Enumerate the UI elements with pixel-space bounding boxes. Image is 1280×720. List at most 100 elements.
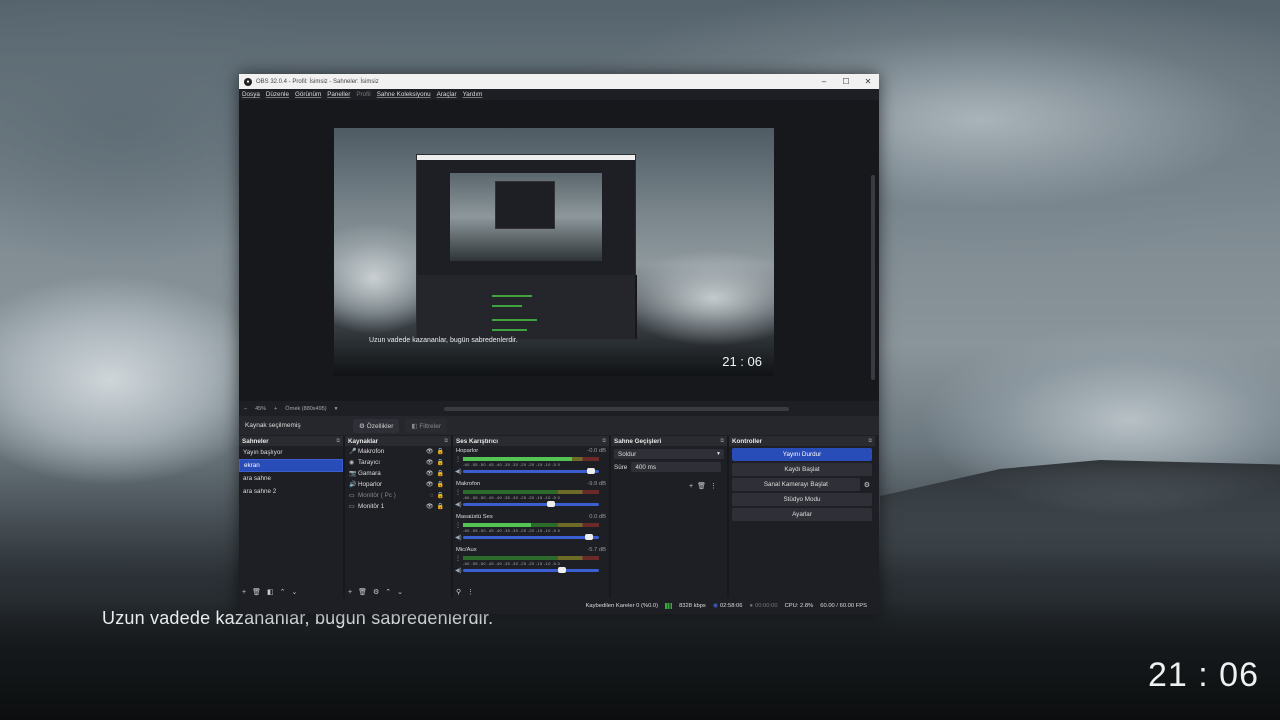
volume-slider-handle[interactable]: [584, 534, 593, 540]
volume-slider[interactable]: [463, 468, 599, 474]
duration-spinbox[interactable]: 400 ms: [631, 462, 722, 472]
record-time: 00:00:00: [755, 603, 778, 609]
chevron-down-icon[interactable]: ▾: [335, 406, 338, 412]
controls-dock: Kontroller ⧉ Yayını Durdur Kaydı Başlat S…: [729, 436, 875, 598]
source-settings-icon[interactable]: ⚙: [373, 588, 379, 596]
scene-transitions-dock: Sahne Geçişleri ⧉ Soldur ▼ Süre 400 ms +🗑⋮: [611, 436, 729, 598]
dock-float-icon[interactable]: ⧉: [868, 438, 872, 444]
menu-sahne-koleksiyonu[interactable]: Sahne Koleksiyonu: [377, 91, 431, 98]
volume-meter: [463, 556, 599, 560]
stop-stream-button[interactable]: Yayını Durdur: [732, 448, 872, 461]
nested-obs-capture: [416, 154, 637, 340]
zoom-in-button[interactable]: +: [274, 406, 277, 412]
controls-title: Kontroller: [732, 437, 763, 445]
move-up-button[interactable]: ⌃: [280, 588, 286, 596]
channel-menu-icon[interactable]: ⋮: [455, 456, 461, 463]
browser-icon: ◉: [349, 460, 355, 466]
volume-slider[interactable]: [463, 501, 599, 507]
scene-item[interactable]: ara sahne 2: [239, 485, 343, 498]
bitrate: 8328 kbps: [679, 603, 706, 609]
obs-window: ● OBS 32.0.4 - Profil: İsimsiz - Sahnele…: [239, 74, 879, 614]
start-virtual-camera-button[interactable]: Sanal Kamerayı Başlat: [732, 478, 860, 491]
preview-area[interactable]: Uzun vadede kazananlar, bugün sabredenle…: [239, 100, 879, 401]
meter-ticks: -60 -55 -50 -45 -40 -35 -30 -25 -20 -15 …: [463, 462, 561, 467]
channel-menu-icon[interactable]: ⋮: [455, 555, 461, 562]
filters-button[interactable]: ◧ Filtreler: [405, 418, 447, 433]
settings-button[interactable]: Ayarlar: [732, 508, 872, 521]
source-item[interactable]: 🎤 Makrofon 👁🔒: [345, 446, 451, 457]
preview-horizontal-scrollbar[interactable]: [444, 407, 789, 411]
add-source-button[interactable]: +: [348, 589, 352, 596]
preview-vertical-scrollbar[interactable]: [871, 175, 875, 380]
source-item[interactable]: 📷 Gamara 👁🔒: [345, 468, 451, 479]
volume-slider-handle[interactable]: [547, 501, 556, 507]
source-label: Hoparlor: [358, 481, 383, 488]
source-item[interactable]: ◉ Tarayıcı 👁🔒: [345, 457, 451, 468]
audio-mixer-dock: Ses Karıştırıcı ⧉ Hoparlor -0.0 dB ⋮ -60 -55…: [453, 436, 611, 598]
zoom-out-button[interactable]: –: [244, 406, 247, 412]
scene-filters-button[interactable]: ◧: [267, 588, 274, 596]
zoom-fit-select[interactable]: Örnek (880x495): [285, 406, 326, 412]
menu-yardim[interactable]: Yardım: [463, 91, 483, 98]
close-button[interactable]: ✕: [857, 77, 879, 86]
mixer-menu-icon[interactable]: ⋮: [467, 588, 474, 596]
visibility-lock-icons[interactable]: 👁🔒: [426, 448, 447, 455]
scene-item-selected[interactable]: ekran: [239, 459, 343, 472]
remove-scene-button[interactable]: 🗑: [252, 588, 261, 596]
channel-menu-icon[interactable]: ⋮: [455, 522, 461, 529]
volume-slider-handle[interactable]: [587, 468, 596, 474]
sources-title: Kaynaklar: [348, 437, 379, 445]
cpu-usage: CPU: 2.8%: [784, 603, 814, 609]
dock-float-icon[interactable]: ⧉: [336, 438, 340, 444]
visibility-lock-icons[interactable]: 👁🔒: [426, 470, 447, 477]
channel-name: Mic/Aux: [456, 547, 477, 553]
menu-bar: Dosya Düzenle Görünüm Paneller Profil Sa…: [239, 89, 879, 100]
visibility-lock-icons[interactable]: 👁🔒: [426, 481, 447, 488]
status-bar: Kaybedilen Kareler 0 (%0.0) 8328 kbps ◉ …: [239, 600, 879, 612]
preview-quote: Uzun vadede kazananlar, bugün sabredenle…: [369, 337, 518, 344]
speaker-icon[interactable]: ◀): [455, 468, 462, 475]
add-transition-button[interactable]: +: [689, 483, 697, 490]
visibility-lock-icons[interactable]: 👁🔒: [426, 459, 447, 466]
visibility-lock-icons[interactable]: 👁🔒: [426, 503, 447, 510]
maximize-button[interactable]: ☐: [835, 77, 857, 86]
speaker-icon[interactable]: ◀): [455, 534, 462, 541]
speaker-icon[interactable]: ◀): [455, 501, 462, 508]
speaker-icon[interactable]: ◀): [455, 567, 462, 574]
scene-item[interactable]: Yayın başlıyor: [239, 446, 343, 459]
remove-transition-button[interactable]: 🗑: [697, 483, 710, 490]
menu-paneller[interactable]: Paneller: [327, 91, 350, 98]
add-scene-button[interactable]: +: [242, 589, 246, 596]
volume-slider-handle[interactable]: [557, 567, 566, 573]
volume-slider[interactable]: [463, 534, 599, 540]
channel-menu-icon[interactable]: ⋮: [455, 489, 461, 496]
gear-icon[interactable]: ⚙: [864, 481, 870, 489]
menu-dosya[interactable]: Dosya: [242, 91, 260, 98]
source-item[interactable]: ▭ Monitör 1 👁🔒: [345, 501, 451, 512]
remove-source-button[interactable]: 🗑: [358, 588, 367, 596]
menu-araclar[interactable]: Araçlar: [437, 91, 457, 98]
minimize-button[interactable]: –: [813, 77, 835, 86]
channel-db: 0.0 dB: [589, 514, 606, 520]
source-item-hidden[interactable]: ▭ Monitör ( Pc ) ◌🔒: [345, 490, 451, 501]
move-down-button[interactable]: ⌄: [397, 588, 403, 596]
studio-mode-button[interactable]: Stüdyo Modu: [732, 493, 872, 506]
mixer-link-icon[interactable]: ⚲: [456, 588, 461, 596]
preview-canvas[interactable]: Uzun vadede kazananlar, bugün sabredenle…: [334, 128, 774, 376]
menu-profil[interactable]: Profil: [356, 91, 370, 98]
menu-gorunum[interactable]: Görünüm: [295, 91, 321, 98]
scene-item[interactable]: ara sahne: [239, 472, 343, 485]
start-recording-button[interactable]: Kaydı Başlat: [732, 463, 872, 476]
dock-float-icon[interactable]: ⧉: [720, 438, 724, 444]
move-up-button[interactable]: ⌃: [385, 588, 391, 596]
transition-menu-icon[interactable]: ⋮: [710, 483, 721, 490]
dock-float-icon[interactable]: ⧉: [602, 438, 606, 444]
transition-select[interactable]: Soldur ▼: [614, 449, 724, 459]
visibility-lock-icons[interactable]: ◌🔒: [430, 492, 447, 499]
dock-float-icon[interactable]: ⧉: [444, 438, 448, 444]
volume-slider[interactable]: [463, 567, 599, 573]
menu-duzenle[interactable]: Düzenle: [266, 91, 289, 98]
move-down-button[interactable]: ⌄: [291, 588, 297, 596]
properties-button[interactable]: ⚙ Özellikler: [353, 418, 400, 433]
source-item[interactable]: 🔊 Hoparlor 👁🔒: [345, 479, 451, 490]
